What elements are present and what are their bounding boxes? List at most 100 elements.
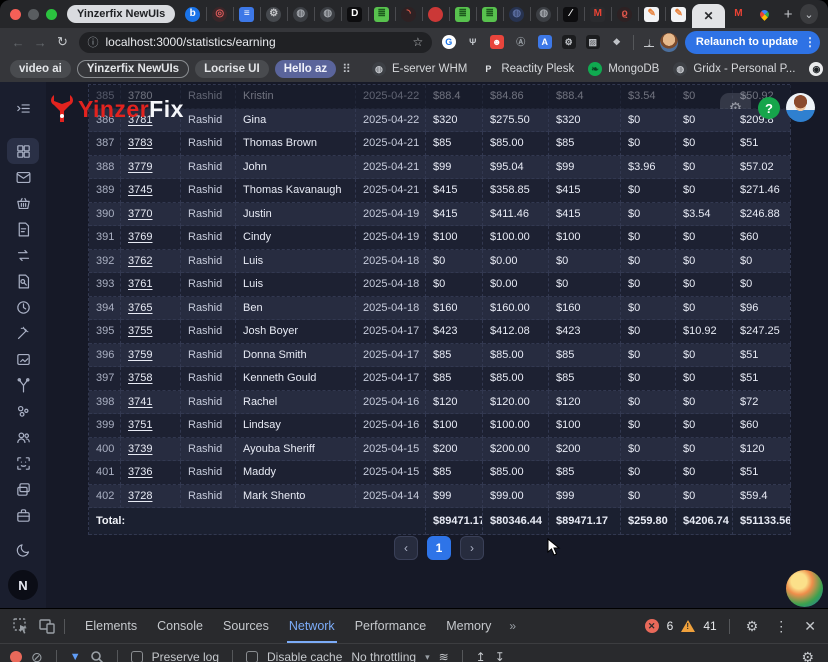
cell-id[interactable]: 3783 <box>121 132 181 156</box>
bookmark-mongodb[interactable]: ❧MongoDB <box>588 62 659 76</box>
sidebar-item-search-document[interactable] <box>7 268 39 294</box>
sidebar-avatar[interactable]: N <box>8 570 38 600</box>
earning-id-link[interactable]: 3770 <box>128 208 152 220</box>
bookmark-star-icon[interactable]: ☆ <box>412 35 423 49</box>
devtools-tab-performance[interactable]: Performance <box>345 609 437 643</box>
red-target-tab[interactable]: ◎ <box>206 0 233 28</box>
globe-dark-tab-2[interactable]: ◍ <box>314 0 341 28</box>
cell-id[interactable]: 3762 <box>121 250 181 274</box>
globe-dark-tab-3[interactable]: ◍ <box>530 0 557 28</box>
sheets-green-tab-2[interactable]: ≣ <box>449 0 476 28</box>
sidebar-item-invoice[interactable] <box>7 216 39 242</box>
warning-count[interactable]: 41 <box>703 619 716 633</box>
earning-id-link[interactable]: 3736 <box>128 466 152 478</box>
sidebar-item-pickaxe[interactable] <box>7 320 39 346</box>
reload-button[interactable]: ↻ <box>52 34 72 50</box>
active-tab[interactable]: ✕ <box>692 4 725 28</box>
devtools-tab-sources[interactable]: Sources <box>213 609 279 643</box>
device-toolbar-icon[interactable] <box>34 618 60 634</box>
sidebar-item-transactions[interactable] <box>7 242 39 268</box>
earning-id-link[interactable]: 3759 <box>128 349 152 361</box>
docs-blue-tab[interactable]: ≡ <box>233 0 260 28</box>
sidebar-item-dashboard[interactable] <box>7 138 39 164</box>
cell-id[interactable]: 3745 <box>121 179 181 203</box>
import-har-icon[interactable]: ↥ <box>476 650 486 662</box>
cell-id[interactable]: 3741 <box>121 391 181 415</box>
cell-id[interactable]: 3769 <box>121 226 181 250</box>
devtools-menu-icon[interactable]: ⋮ <box>770 618 792 635</box>
bookmark-github[interactable]: ◉typescript-cheats... <box>809 62 828 76</box>
cell-id[interactable]: 3765 <box>121 297 181 321</box>
red-spiral-tab[interactable]: ϱ <box>611 0 638 28</box>
translate-extension-icon[interactable]: A <box>534 32 555 53</box>
clear-network-log-icon[interactable]: ⊘ <box>31 649 43 662</box>
next-page-button[interactable]: › <box>460 536 484 560</box>
a-circle-extension-icon[interactable]: Ⓐ <box>510 32 531 53</box>
sidebar-item-mail[interactable] <box>7 164 39 190</box>
sheets-green-tab-3[interactable]: ≣ <box>476 0 503 28</box>
cell-id[interactable]: 3739 <box>121 438 181 462</box>
prev-page-button[interactable]: ‹ <box>394 536 418 560</box>
network-conditions-icon[interactable]: ≋ <box>439 650 449 662</box>
back-button[interactable]: ← <box>8 35 28 50</box>
earning-id-link[interactable]: 3765 <box>128 302 152 314</box>
fork-extension-icon[interactable]: Ψ <box>462 32 483 53</box>
sidebar-item-users[interactable] <box>7 424 39 450</box>
sidebar-item-split-branch[interactable] <box>7 372 39 398</box>
globe-dark-tab[interactable]: ◍ <box>287 0 314 28</box>
google-circle-extension-icon[interactable]: G <box>438 32 459 53</box>
earning-id-link[interactable]: 3745 <box>128 184 152 196</box>
help-button[interactable]: ? <box>758 97 780 119</box>
filter-icon[interactable]: ▼ <box>70 651 81 662</box>
cell-id[interactable]: 3759 <box>121 344 181 368</box>
earning-id-link[interactable]: 3741 <box>128 396 152 408</box>
profile-avatar[interactable] <box>660 33 677 52</box>
forward-button[interactable]: → <box>30 35 50 50</box>
earning-id-link[interactable]: 3755 <box>128 325 152 337</box>
devtools-tab-elements[interactable]: Elements <box>75 609 147 643</box>
omnibox[interactable]: ⓘ localhost:3000/statistics/earning ☆ <box>79 32 433 53</box>
disable-cache-checkbox[interactable] <box>246 651 258 662</box>
bookmark-plesk[interactable]: PReactity Plesk <box>481 62 574 76</box>
earning-id-link[interactable]: 3762 <box>128 255 152 267</box>
sidebar-item-photos[interactable] <box>7 476 39 502</box>
bookmark-chip-locrise-ui[interactable]: Locrise UI <box>195 60 269 78</box>
photo-pen-tab-2[interactable]: ✎ <box>665 0 692 28</box>
console-error-icon[interactable]: ✕ <box>645 619 659 633</box>
zoom-window-button[interactable] <box>46 9 57 20</box>
sidebar-item-face-scan[interactable] <box>7 450 39 476</box>
downloads-icon[interactable]: ↓ <box>640 35 658 49</box>
cell-id[interactable]: 3779 <box>121 156 181 180</box>
gray-gear-tab[interactable]: ⚙ <box>260 0 287 28</box>
preserve-log-checkbox[interactable] <box>131 651 143 662</box>
minimize-window-button[interactable] <box>28 9 39 20</box>
throttling-select[interactable]: No throttling <box>351 650 416 662</box>
earning-id-link[interactable]: 3739 <box>128 443 152 455</box>
sidebar-item-bubbles[interactable] <box>7 398 39 424</box>
image-extension-icon[interactable]: ▨ <box>582 32 603 53</box>
cell-id[interactable]: 3770 <box>121 203 181 227</box>
sidebar-item-clock[interactable] <box>7 294 39 320</box>
earning-id-link[interactable]: 3758 <box>128 372 152 384</box>
search-icon[interactable] <box>90 650 104 662</box>
error-count[interactable]: 6 <box>667 619 674 633</box>
bookmark-chip-hello-az[interactable]: Hello az <box>275 60 336 78</box>
browser-menu-icon[interactable]: ⋮ <box>804 35 816 49</box>
page-1-button[interactable]: 1 <box>427 536 451 560</box>
d-black-tab[interactable]: D <box>341 0 368 28</box>
bookmarks-grid-icon[interactable]: ⠿ <box>342 62 352 76</box>
sheets-green-tab[interactable]: ≣ <box>368 0 395 28</box>
devtools-tab-console[interactable]: Console <box>147 609 213 643</box>
bookmark-globe[interactable]: ◍E-server WHM <box>372 62 467 76</box>
new-tab-button[interactable]: + <box>776 6 800 23</box>
cell-id[interactable]: 3755 <box>121 320 181 344</box>
devtools-more-tabs-icon[interactable]: » <box>501 619 524 633</box>
npm-red-tab[interactable] <box>422 0 449 28</box>
url-text[interactable]: localhost:3000/statistics/earning <box>106 35 413 49</box>
tab-group-chip[interactable]: Yinzerfix NewUIs <box>67 5 175 23</box>
red-badge-extension-icon[interactable]: ☻ <box>486 32 507 53</box>
inspect-element-icon[interactable] <box>8 618 34 634</box>
cell-id[interactable]: 3758 <box>121 367 181 391</box>
devtools-tab-memory[interactable]: Memory <box>436 609 501 643</box>
earning-id-link[interactable]: 3783 <box>128 137 152 149</box>
